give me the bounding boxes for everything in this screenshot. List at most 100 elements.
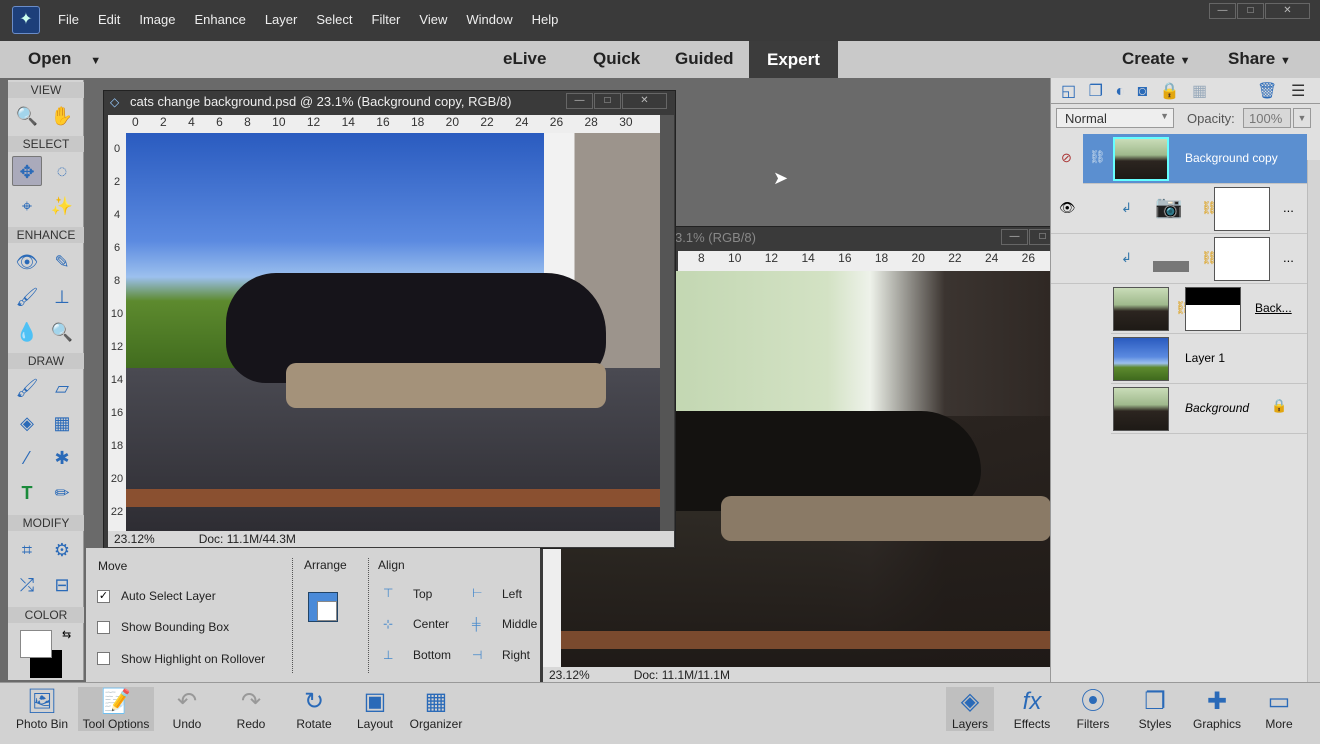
pencil-tool-icon[interactable]: ✏ [47, 478, 77, 508]
delete-layer-icon[interactable]: 🗑 [1257, 81, 1277, 101]
smart-brush-icon[interactable]: 🖌 [12, 282, 42, 312]
mode-quick[interactable]: Quick [593, 49, 640, 69]
minimize-button[interactable]: — [1209, 3, 1236, 19]
custom-shape-icon[interactable]: ✱ [47, 443, 77, 473]
swap-colors-icon[interactable]: ⇆ [62, 628, 71, 641]
gradient-tool-icon[interactable]: ▦ [47, 408, 77, 438]
visibility-off-icon[interactable]: ⊘ [1061, 150, 1072, 166]
eye-icon[interactable]: 👁 [1059, 200, 1076, 216]
mode-elive[interactable]: eLive [503, 49, 546, 69]
align-middle-button[interactable]: Middle [502, 617, 537, 631]
doc2-minimize-button[interactable]: — [1001, 229, 1028, 245]
more-button[interactable]: ▭ More [1256, 687, 1302, 731]
lock-transparent-icon[interactable]: ▦ [1192, 83, 1207, 100]
lock-all-icon[interactable]: 🔒 [1160, 83, 1180, 100]
layer-row-layer-1[interactable]: Layer 1 [1111, 334, 1307, 384]
align-center-icon[interactable]: ⊹ [383, 617, 393, 631]
straighten-tool-icon[interactable]: ⊟ [47, 570, 77, 600]
tool-options-button[interactable]: 📝 Tool Options [78, 687, 154, 731]
mode-guided[interactable]: Guided [675, 49, 734, 69]
blur-tool-icon[interactable]: 💧 [12, 317, 42, 347]
menu-filter[interactable]: Filter [372, 12, 401, 27]
share-button[interactable]: Share ▼ [1228, 49, 1291, 69]
align-top-button[interactable]: Top [413, 587, 432, 601]
styles-button[interactable]: ❐ Styles [1132, 687, 1178, 731]
document-window-1[interactable]: ◇ cats change background.psd @ 23.1% (Ba… [103, 90, 676, 549]
adjustment-layer-icon[interactable]: ◐ [1115, 83, 1125, 100]
layer-row-back[interactable]: ⛓ Back... [1111, 284, 1307, 334]
align-right-icon[interactable]: ⊣ [472, 648, 482, 662]
layers-button[interactable]: ◈ Layers [946, 687, 994, 731]
layout-button[interactable]: ▣ Layout [350, 687, 400, 731]
undo-button[interactable]: ↶ Undo [162, 687, 212, 731]
eraser-tool-icon[interactable]: ▱ [47, 373, 77, 403]
recompose-tool-icon[interactable]: ⚙ [47, 535, 77, 565]
align-middle-icon[interactable]: ╪ [472, 617, 481, 631]
red-eye-tool-icon[interactable]: 👁 [12, 247, 42, 277]
align-top-icon[interactable]: ⊤ [383, 586, 393, 600]
menu-file[interactable]: File [58, 12, 79, 27]
sponge-tool-icon[interactable]: 🔍 [47, 317, 77, 347]
align-bottom-icon[interactable]: ⊥ [383, 648, 393, 662]
doc1-minimize-button[interactable]: — [566, 93, 593, 109]
organizer-button[interactable]: ▦ Organizer [406, 687, 466, 731]
doc1-maximize-button[interactable]: □ [594, 93, 621, 109]
healing-brush-icon[interactable]: ✎ [47, 247, 77, 277]
menu-window[interactable]: Window [466, 12, 512, 27]
menu-view[interactable]: View [419, 12, 447, 27]
graphics-button[interactable]: ✚ Graphics [1190, 687, 1244, 731]
clone-stamp-icon[interactable]: ⊥ [47, 282, 77, 312]
align-left-button[interactable]: Left [502, 587, 522, 601]
more-icon[interactable]: ... [1283, 200, 1294, 215]
menu-help[interactable]: Help [532, 12, 559, 27]
lasso-tool-icon[interactable]: ⌖ [12, 191, 42, 221]
layer-row-adjustment-photo-filter[interactable]: 👁 ↲ 📷 ⛓ ... [1051, 184, 1307, 234]
auto-select-checkbox[interactable]: ✓ [97, 590, 110, 603]
menu-select[interactable]: Select [316, 12, 352, 27]
layer-row-background[interactable]: Background 🔒 [1111, 384, 1307, 434]
zoom-tool-icon[interactable]: 🔍 [12, 101, 42, 131]
foreground-color-swatch[interactable] [20, 630, 52, 658]
doc1-canvas-photo[interactable] [126, 133, 660, 531]
layer-row-adjustment-levels[interactable]: ↲ ⛓ ... [1051, 234, 1307, 284]
photo-bin-button[interactable]: 🖼 Photo Bin [10, 687, 74, 731]
layer-mask-icon[interactable]: ◙ [1138, 83, 1148, 100]
bounding-box-checkbox[interactable] [97, 621, 110, 634]
create-button[interactable]: Create ▼ [1122, 49, 1191, 69]
open-button[interactable]: Open ▼ [28, 49, 101, 69]
hand-tool-icon[interactable]: ✋ [47, 101, 77, 131]
doc1-close-button[interactable]: ✕ [622, 93, 667, 109]
layer-row-background-copy[interactable]: Background copy ⛓ [1083, 134, 1307, 184]
align-right-button[interactable]: Right [502, 648, 530, 662]
align-left-icon[interactable]: ⊢ [472, 586, 482, 600]
crop-tool-icon[interactable]: ⌗ [12, 535, 42, 565]
move-tool-icon[interactable]: ✥ [12, 156, 42, 186]
layers-scrollbar[interactable] [1307, 160, 1320, 682]
filters-button[interactable]: ⦿ Filters [1070, 687, 1116, 731]
menu-layer[interactable]: Layer [265, 12, 298, 27]
close-button[interactable]: ✕ [1265, 3, 1310, 19]
more-icon[interactable]: ... [1283, 250, 1294, 265]
mode-expert[interactable]: Expert [749, 41, 838, 78]
menu-enhance[interactable]: Enhance [195, 12, 246, 27]
doc1-vertical-scrollbar[interactable] [660, 115, 674, 531]
opacity-input[interactable]: 100% [1243, 108, 1291, 128]
opacity-dropdown-icon[interactable]: ▼ [1293, 108, 1311, 128]
maximize-button[interactable]: □ [1237, 3, 1264, 19]
panel-menu-icon[interactable]: ☰ [1291, 81, 1305, 101]
paint-bucket-icon[interactable]: ◈ [12, 408, 42, 438]
brush-tool-icon[interactable]: 🖌 [12, 373, 42, 403]
content-aware-move-icon[interactable]: ⤮ [12, 570, 42, 600]
redo-button[interactable]: ↷ Redo [226, 687, 276, 731]
effects-button[interactable]: fx Effects [1008, 687, 1056, 731]
rotate-button[interactable]: ↻ Rotate [288, 687, 340, 731]
marquee-tool-icon[interactable]: ◌ [47, 156, 77, 186]
align-center-button[interactable]: Center [413, 617, 449, 631]
blend-mode-select[interactable]: Normal ▼ [1056, 108, 1174, 128]
new-group-icon[interactable]: ❐ [1089, 83, 1103, 100]
highlight-checkbox[interactable] [97, 652, 110, 665]
arrange-button[interactable] [308, 592, 338, 622]
magic-wand-icon[interactable]: ✨ [47, 191, 77, 221]
menu-image[interactable]: Image [139, 12, 175, 27]
align-bottom-button[interactable]: Bottom [413, 648, 451, 662]
